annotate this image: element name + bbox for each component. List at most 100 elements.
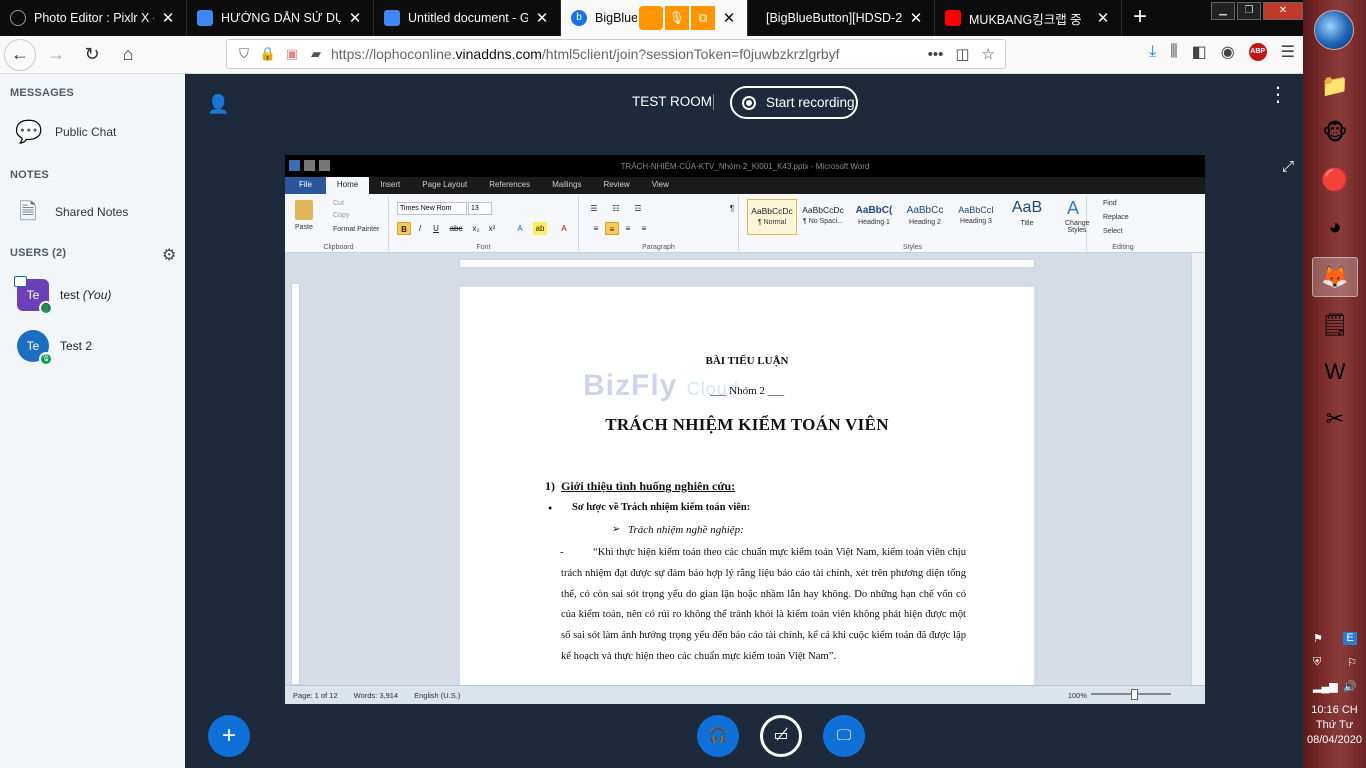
system-tray-row-1: ⚑ E (1313, 632, 1357, 645)
adblock-icon[interactable]: ABP (1248, 43, 1267, 61)
options-menu-icon[interactable]: ⋮ (1268, 85, 1288, 105)
doc-section-heading: 1) Giới thiệu tình huống nghiên cứu: (545, 479, 736, 493)
select-label: Select (1103, 228, 1123, 235)
close-window-button[interactable]: ✕ (1263, 2, 1303, 20)
close-icon[interactable]: ✕ (160, 9, 176, 27)
replace-label: Replace (1103, 214, 1129, 221)
public-chat-item[interactable]: 💬 Public Chat (15, 120, 116, 144)
zoom-slider (1091, 689, 1171, 700)
volume-icon[interactable]: 🔊 (1343, 680, 1357, 693)
show-marks-icon: ¶ (729, 204, 735, 213)
url-text[interactable]: https://lophoconline.vinaddns.com/html5c… (331, 46, 928, 62)
word-count: Words: 3,914 (353, 690, 399, 700)
presenter-icon (14, 276, 27, 287)
share-screen-button[interactable]: 🖵 (823, 715, 865, 757)
language-icon[interactable]: E (1343, 632, 1357, 645)
fullscreen-icon[interactable]: ⤢ (1282, 158, 1294, 175)
game-icon[interactable]: 🐵 (1312, 113, 1358, 153)
browser-tab[interactable]: Photo Editor : Pixlr X - fr ✕ (0, 0, 187, 36)
security-icon[interactable]: ⛨ (1313, 656, 1321, 669)
clock-time: 10:16 CH (1311, 704, 1358, 716)
vertical-ruler (291, 283, 300, 685)
doc-paragraph: - “Khi thực hiện kiểm toán theo các chuẩn… (560, 547, 966, 662)
close-icon[interactable]: ✕ (721, 9, 737, 27)
browser-tab-bar: Photo Editor : Pixlr X - fr ✕ HƯỚNG DẪN … (0, 0, 1303, 36)
restore-button[interactable]: ❐ (1237, 2, 1261, 20)
close-icon[interactable]: ✕ (347, 9, 363, 27)
clock[interactable]: 10:16 CH Thứ Tư 08/04/2020 (1303, 703, 1366, 748)
reload-button[interactable]: ↻ (76, 39, 108, 71)
close-icon[interactable]: ✕ (1095, 9, 1111, 27)
word-tab-review: Review (603, 180, 630, 189)
minimize-button[interactable]: ▁ (1211, 2, 1235, 20)
sticky-notes-icon[interactable]: 🗒 (1312, 305, 1358, 345)
permissions-icon[interactable]: ▣ (283, 46, 301, 62)
page-actions-icon[interactable]: ••• (928, 46, 944, 63)
docs-icon (384, 10, 400, 26)
share-webcam-button[interactable]: ▭̸ (760, 715, 802, 757)
menu-icon[interactable]: ☰ (1281, 42, 1295, 62)
network-icon[interactable]: ▂▄▆ (1313, 680, 1338, 693)
user-name: test (60, 288, 80, 302)
justify-icon: ≡ (641, 224, 647, 233)
sidebar-icon[interactable]: ◧ (1192, 42, 1207, 62)
user-list-item[interactable]: Te 🎧 test (You) (14, 276, 111, 315)
font-name-box: Times New Rom (397, 202, 467, 215)
doc-heading: TRÁCH NHIỆM KIỂM TOÁN VIÊN (605, 415, 889, 434)
close-icon[interactable]: ✕ (908, 9, 924, 27)
home-button[interactable]: ⌂ (112, 39, 144, 71)
style-heading-1: AaBbC(Heading 1 (855, 205, 893, 226)
undo-icon (319, 160, 330, 171)
account-icon[interactable]: ◉ (1221, 42, 1235, 62)
clipboard-group: Paste Cut Copy Format Painter Clipboard (289, 196, 389, 251)
library-icon[interactable]: ⫼ (1170, 43, 1177, 61)
bookmark-star-icon[interactable]: ☆ (982, 45, 995, 63)
file-explorer-icon[interactable]: 📁 (1312, 66, 1358, 106)
style-normal: AaBbCcDc ¶ Normal (747, 199, 797, 235)
user-list-panel: MESSAGES 💬 Public Chat NOTES 🗎 Shared No… (0, 74, 185, 768)
word-icon[interactable]: W (1312, 352, 1358, 392)
clock-day: Thứ Tư (1315, 719, 1354, 731)
browser-tab[interactable]: MUKBANG킹크랩 중 ✕ (935, 0, 1122, 36)
leave-audio-button[interactable]: 🎧 (697, 715, 739, 757)
vertical-scrollbar (1191, 253, 1205, 685)
word-tab-file: File (285, 177, 326, 194)
camera-blocked-icon[interactable]: ▰ (307, 46, 325, 62)
windows-start-button[interactable] (1314, 10, 1354, 50)
game-icon-2[interactable]: 🔴 (1312, 160, 1358, 200)
start-recording-button[interactable]: Start recording (730, 86, 858, 119)
lock-icon[interactable]: 🔒 (259, 46, 277, 62)
tab-title: Photo Editor : Pixlr X - fr (34, 11, 154, 25)
flag-icon[interactable]: ⚑ (1313, 632, 1323, 645)
messages-title: MESSAGES (10, 87, 74, 99)
gear-icon[interactable]: ⚙ (162, 245, 176, 265)
windows-taskbar: 📁 🐵 🔴 ◕ 🦊 🗒 W ✂ ⚑ E ⛨ ⚐ ▂▄▆ 🔊 10:16 CH Thứ … (1303, 0, 1366, 768)
pocket-icon[interactable]: ◫ (955, 45, 969, 63)
style-heading-2: AaBbCc Heading 2 (906, 205, 944, 226)
shared-notes-item[interactable]: 🗎 Shared Notes (15, 200, 128, 224)
browser-tab[interactable]: [BigBlueButton][HDSD-2]-C ✕ (748, 0, 935, 36)
italic-icon: I (418, 224, 422, 233)
forward-button[interactable]: → (40, 39, 72, 71)
highlight-icon: ab (533, 222, 547, 235)
new-tab-button[interactable]: + (1122, 0, 1158, 36)
chrome-icon[interactable]: ◕ (1312, 207, 1358, 247)
doc-bullet-2: Trách nhiệm nghề nghiệp: (612, 524, 744, 536)
browser-tab[interactable]: HƯỚNG DẪN SỬ DỤNG ✕ (187, 0, 374, 36)
user-list-toggle-icon[interactable]: 👤 (207, 94, 229, 115)
download-icon[interactable]: ⤓ (1149, 43, 1156, 61)
browser-tab-active[interactable]: b BigBlueB 🎙 ⧉ ✕ (561, 0, 748, 36)
actions-button[interactable]: + (208, 715, 250, 757)
back-button[interactable]: ← (4, 38, 36, 71)
firefox-icon[interactable]: 🦊 (1312, 257, 1358, 297)
url-bar[interactable]: ⛉ 🔒 ▣ ▰ https://lophoconline.vinaddns.co… (226, 39, 1006, 69)
notes-icon: 🗎 (19, 199, 37, 224)
browser-tab[interactable]: Untitled document - Go ✕ (374, 0, 561, 36)
word-title-bar: TRÁCH-NHIỆM-CỦA-KTV_Nhóm-2_KI001_K43.ppt… (285, 155, 1205, 177)
action-center-icon[interactable]: ⚐ (1347, 656, 1357, 669)
snipping-tool-icon[interactable]: ✂ (1312, 399, 1358, 439)
shield-icon[interactable]: ⛉ (235, 46, 253, 62)
user-list-item[interactable]: Te 🎙 Test 2 (17, 330, 92, 366)
close-icon[interactable]: ✕ (534, 9, 550, 27)
horizontal-ruler (459, 259, 1035, 268)
